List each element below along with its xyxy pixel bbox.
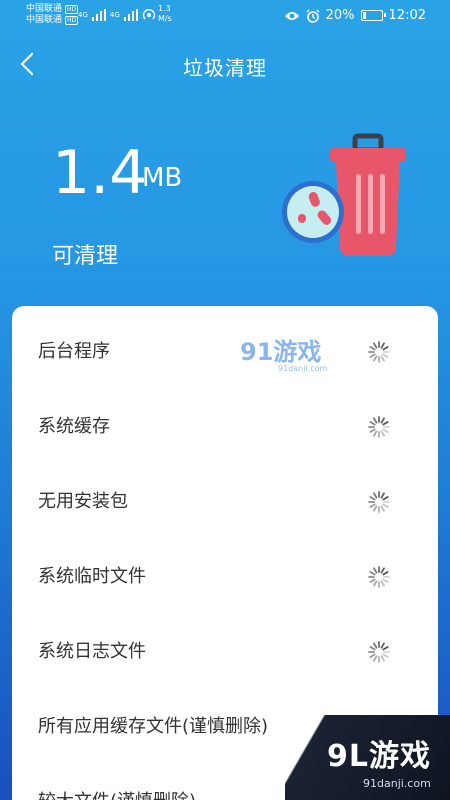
battery-percent: 20% bbox=[325, 8, 355, 23]
loading-spinner-icon bbox=[368, 641, 390, 663]
hd-badge-2: HD bbox=[65, 16, 79, 25]
list-item-label: 较大文件(谨慎删除) bbox=[38, 764, 196, 800]
list-item-label: 系统临时文件 bbox=[38, 566, 146, 587]
carrier-info: 中国联通 HD 中国联通 HD bbox=[26, 4, 79, 26]
list-item-background-apps[interactable]: 后台程序 bbox=[12, 314, 438, 389]
eye-icon bbox=[284, 11, 299, 20]
watermark-logo-text: 91游戏 bbox=[240, 338, 321, 366]
status-bar: 中国联通 HD 中国联通 HD 4G 4G 1.3 M/s 20% 12:02 bbox=[0, 0, 450, 32]
clock: 12:02 bbox=[388, 8, 426, 23]
carrier-label-1: 中国联通 bbox=[26, 4, 63, 14]
cleanable-label: 可清理 bbox=[52, 244, 119, 269]
list-item-label: 系统日志文件 bbox=[38, 641, 146, 662]
junk-size-value: 1.4 bbox=[52, 138, 148, 208]
carrier-label-2: 中国联通 bbox=[26, 15, 63, 25]
list-item-unused-packages[interactable]: 无用安装包 bbox=[12, 464, 438, 539]
list-item-label: 所有应用缓存文件(谨慎删除) bbox=[38, 716, 269, 737]
page-title: 垃圾清理 bbox=[183, 56, 267, 80]
list-item-system-cache[interactable]: 系统缓存 bbox=[12, 389, 438, 464]
loading-spinner-icon bbox=[368, 491, 390, 513]
list-item-temp-files[interactable]: 系统临时文件 bbox=[12, 539, 438, 614]
speed-value: 1.3 bbox=[158, 4, 171, 13]
list-item-label: 后台程序 bbox=[38, 341, 110, 362]
junk-size-unit: MB bbox=[142, 163, 183, 193]
corner-watermark: 9L游戏 91danji.com bbox=[285, 715, 450, 800]
hotspot-icon bbox=[142, 9, 155, 20]
network-type-1: 4G bbox=[78, 11, 88, 19]
hd-badge-1: HD bbox=[65, 5, 79, 14]
signal-icon-2 bbox=[123, 9, 138, 21]
signal-group: 4G 4G bbox=[78, 8, 156, 22]
corner-watermark-logo: 9L游戏 bbox=[327, 739, 431, 774]
loading-spinner-icon bbox=[368, 566, 390, 588]
corner-watermark-url: 91danji.com bbox=[363, 777, 431, 790]
list-item-log-files[interactable]: 系统日志文件 bbox=[12, 614, 438, 689]
nav-bar: 垃圾清理 bbox=[0, 40, 450, 88]
clean-summary: 1.4 MB 可清理 bbox=[0, 120, 450, 290]
watermark-url: 91danji.com bbox=[278, 364, 328, 373]
speed-unit: M/s bbox=[158, 14, 172, 23]
list-item-label: 无用安装包 bbox=[38, 491, 128, 512]
status-right-group: 20% 12:02 bbox=[284, 8, 426, 23]
signal-icon bbox=[91, 9, 106, 21]
alarm-icon bbox=[306, 9, 320, 23]
network-type-2: 4G bbox=[109, 11, 120, 19]
trash-can-illustration bbox=[282, 133, 406, 256]
list-item-label: 系统缓存 bbox=[38, 416, 110, 437]
battery-icon bbox=[360, 10, 386, 21]
watermark-logo: 91游戏 91danji.com bbox=[240, 338, 328, 373]
network-speed: 1.3 M/s bbox=[158, 4, 172, 24]
loading-spinner-icon bbox=[368, 416, 390, 438]
loading-spinner-icon bbox=[368, 341, 390, 363]
